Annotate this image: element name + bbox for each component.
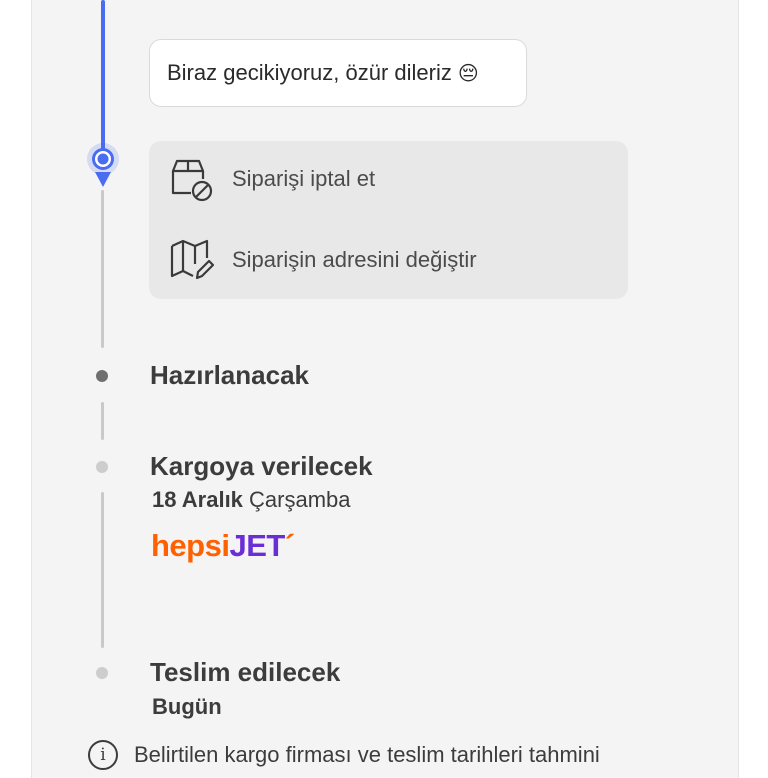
step-title-shipping: Kargoya verilecek [150,451,373,481]
step-dot-preparing [96,370,108,382]
delay-message-text: Biraz gecikiyoruz, özür dileriz [167,60,452,85]
timeline-line-segment [101,190,104,348]
carrier-logo-part1: hepsi [151,528,230,563]
change-address-button[interactable]: Siparişin adresini değiştir [167,236,477,284]
shipping-date-day: 18 Aralık [152,487,243,512]
delay-message-bubble: Biraz gecikiyoruz, özür dileriz 😔 [149,39,527,107]
estimate-note-text: Belirtilen kargo firması ve teslim tarih… [134,742,600,767]
cancel-box-icon [171,159,213,202]
order-actions-card: Siparişi iptal et Siparişin adresini değ… [149,141,628,299]
timeline-line-segment [101,492,104,648]
step-title-preparing: Hazırlanacak [150,360,309,390]
step-title-delivery: Teslim edilecek [150,657,341,687]
timeline-progress-line [101,0,105,150]
step-dot-delivery [96,667,108,679]
carrier-logo: hepsiJET´ [151,528,295,564]
step-dot-shipping [96,461,108,473]
carrier-logo-mark: ´ [284,528,295,563]
pensive-face-emoji: 😔 [457,62,479,85]
shipping-date: 18 Aralık Çarşamba [152,487,351,513]
timeline-line-segment [101,402,104,440]
delivery-date: Bugün [152,694,222,719]
shipping-date-weekday: Çarşamba [242,487,351,512]
info-icon[interactable]: i [88,740,118,770]
cancel-order-label: Siparişi iptal et [232,166,376,191]
current-step-marker-icon [87,143,119,187]
estimate-note: i Belirtilen kargo firması ve teslim tar… [88,740,600,770]
map-edit-icon [170,239,215,280]
carrier-logo-part2: JET [229,528,285,563]
order-tracking-panel [31,0,739,778]
cancel-order-button[interactable]: Siparişi iptal et [167,155,375,203]
change-address-label: Siparişin adresini değiştir [232,247,477,272]
